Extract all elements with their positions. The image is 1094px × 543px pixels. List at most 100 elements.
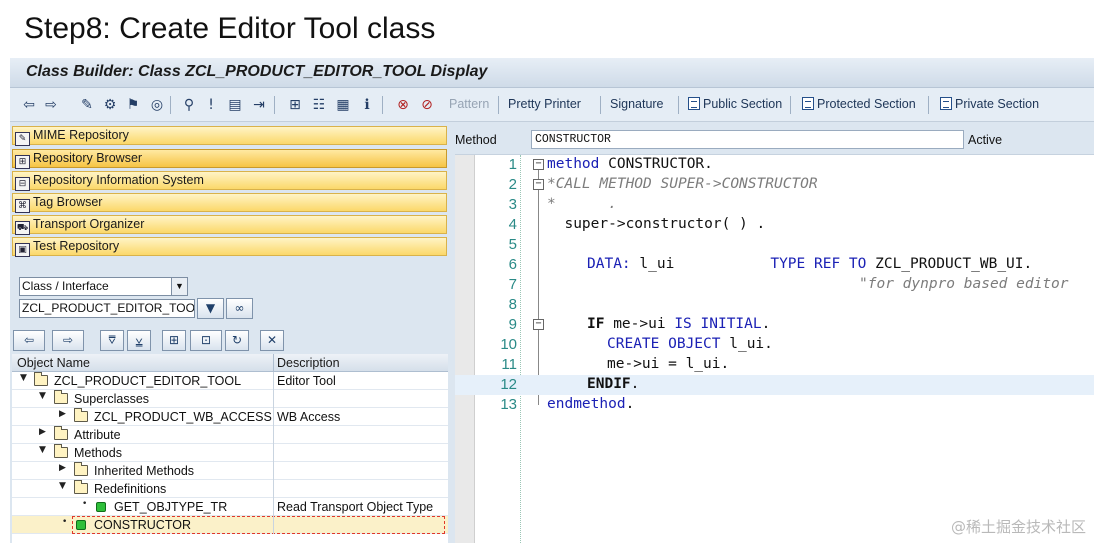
line-number: 13 (500, 396, 517, 413)
check-icon[interactable]: ⚑ (124, 96, 142, 114)
code-fragment: me->ui = l_ui. (607, 356, 730, 372)
forward-arrow-icon[interactable]: ⇨ (42, 96, 60, 114)
code-line: 2 − *CALL METHOD SUPER->CONSTRUCTOR (455, 175, 1094, 195)
comment: *CALL METHOD SUPER->CONSTRUCTOR (547, 176, 818, 192)
edit-toggle-icon[interactable]: ✎ (78, 96, 96, 114)
collapsed-arrow-icon[interactable]: ▶ (39, 427, 46, 437)
back-arrow-icon[interactable]: ⇦ (20, 96, 38, 114)
comment: "for dynpro based editor (859, 276, 1069, 292)
toolbar-separator (678, 96, 679, 114)
code-text: ENDIF. (587, 376, 639, 392)
line-number: 11 (501, 356, 517, 373)
breakpoint-icon[interactable]: ⊗ (394, 96, 412, 114)
code-editor[interactable]: 1 − method CONSTRUCTOR. 2 − *CALL METHOD… (455, 154, 1094, 543)
fold-toggle-icon[interactable]: − (533, 159, 544, 170)
info-marker-icon[interactable]: ! (202, 96, 220, 114)
tree-row-inherited-methods[interactable]: ▶ Inherited Methods (12, 462, 448, 480)
class-library-icon[interactable]: ☷ (310, 96, 328, 114)
code-text: method CONSTRUCTOR. (547, 156, 713, 172)
tree-row-constructor[interactable]: • CONSTRUCTOR (12, 516, 448, 534)
code-fragment: . (625, 396, 635, 412)
line-number: 5 (508, 236, 517, 253)
collapsed-arrow-icon[interactable]: ▶ (59, 463, 66, 473)
previous-object-button[interactable]: ⇦ (13, 330, 45, 351)
display-glasses-button[interactable]: ∞ (226, 298, 253, 319)
object-type-select[interactable]: Class / Interface ▼ (19, 277, 188, 296)
expanded-arrow-icon[interactable]: ▼ (39, 391, 46, 401)
display-object-list-icon[interactable]: ▤ (226, 96, 244, 114)
column-object-name[interactable]: Object Name (17, 356, 90, 370)
method-field[interactable]: CONSTRUCTOR (531, 130, 964, 149)
hierarchy-button[interactable]: ⊞ (162, 330, 186, 351)
bullet-icon: • (82, 499, 88, 509)
toolbar-separator (274, 96, 275, 114)
code-text: endmethod. (547, 396, 634, 412)
expanded-arrow-icon[interactable]: ▼ (59, 481, 66, 491)
protected-section-button[interactable]: Protected Section (802, 97, 916, 111)
keyword: endmethod (547, 396, 626, 412)
tree-row-redefinitions[interactable]: ▼ Redefinitions (12, 480, 448, 498)
document-icon (688, 97, 700, 110)
expanded-arrow-icon[interactable]: ▼ (20, 373, 27, 383)
settings-button[interactable]: ⊡ (190, 330, 222, 351)
method-field-label: Method (455, 133, 497, 147)
code-fragment: l_ui (630, 256, 771, 272)
fold-toggle-icon[interactable]: − (533, 179, 544, 190)
refresh-icon: ↻ (231, 333, 243, 347)
nav-mime-repository[interactable]: ✎ MIME Repository (12, 126, 447, 146)
expanded-arrow-icon[interactable]: ▼ (39, 445, 46, 455)
protected-section-label: Protected Section (817, 97, 916, 111)
code-fragment: l_ui. (720, 336, 773, 352)
tree-row-get-objtype-tr[interactable]: • GET_OBJTYPE_TR Read Transport Object T… (12, 498, 448, 516)
column-divider (273, 390, 274, 408)
nav-repository-browser[interactable]: ⊞ Repository Browser (12, 149, 447, 169)
signature-button[interactable]: Signature (610, 97, 664, 111)
info-icon[interactable]: ℹ (358, 96, 376, 114)
status-label: Active (968, 133, 1003, 147)
pattern-button[interactable]: Pattern (449, 97, 489, 111)
table-icon[interactable]: ▦ (334, 96, 352, 114)
application-toolbar: ⇦ ⇨ ✎ ⚙ ⚑ ◎ ⚲ ! ▤ ⇥ ⊞ ☷ ▦ ℹ ⊗ ⊘ Pattern … (10, 88, 1094, 122)
nav-transport-organizer[interactable]: ⛟ Transport Organizer (12, 215, 447, 235)
tree-row-label: Inherited Methods (94, 464, 195, 478)
tree-row-label: GET_OBJTYPE_TR (114, 500, 228, 514)
private-section-button[interactable]: Private Section (940, 97, 1039, 111)
tree-row-superclass[interactable]: ▶ ZCL_PRODUCT_WB_ACCESS WB Access (12, 408, 448, 426)
nav-tag-browser[interactable]: ⌘ Tag Browser (12, 193, 447, 213)
object-dropdown-button[interactable]: ▼ (197, 298, 224, 319)
tree-row-superclasses[interactable]: ▼ Superclasses (12, 390, 448, 408)
collapse-all-button[interactable]: ⩣ (127, 330, 151, 351)
nav-repository-information-system[interactable]: ⊟ Repository Information System (12, 171, 447, 191)
code-fragment: super->constructor( ) . (547, 216, 766, 232)
nav-test-repository[interactable]: ▣ Test Repository (12, 237, 447, 257)
session-breakpoint-icon[interactable]: ⊘ (418, 96, 436, 114)
next-object-button[interactable]: ⇨ (52, 330, 84, 351)
line-number: 7 (508, 276, 517, 293)
refresh-button[interactable]: ↻ (225, 330, 249, 351)
tree-row-attribute[interactable]: ▶ Attribute (12, 426, 448, 444)
collapse-icon: ⩣ (135, 333, 143, 347)
hierarchy-icon[interactable]: ⊞ (286, 96, 304, 114)
where-used-icon[interactable]: ⚲ (180, 96, 198, 114)
tree-row-class[interactable]: ▼ ZCL_PRODUCT_EDITOR_TOOL Editor Tool (12, 372, 448, 390)
activate-icon[interactable]: ◎ (148, 96, 166, 114)
code-text: DATA: l_ui TYPE REF TO ZCL_PRODUCT_WB_UI… (587, 256, 1032, 272)
column-description[interactable]: Description (277, 356, 340, 370)
other-object-icon[interactable]: ⚙ (101, 96, 119, 114)
tree-row-label: Methods (74, 446, 122, 460)
collapsed-arrow-icon[interactable]: ▶ (59, 409, 66, 419)
tree-row-methods[interactable]: ▼ Methods (12, 444, 448, 462)
public-section-button[interactable]: Public Section (688, 97, 782, 111)
close-tree-button[interactable]: ✕ (260, 330, 284, 351)
pretty-printer-button[interactable]: Pretty Printer (508, 97, 581, 111)
line-number: 2 (508, 176, 517, 193)
fold-toggle-icon[interactable]: − (533, 319, 544, 330)
chevron-down-icon[interactable]: ▼ (171, 278, 187, 295)
expand-all-button[interactable]: ⩢ (100, 330, 124, 351)
keyword: ENDIF (587, 376, 631, 392)
object-name-input[interactable]: ZCL_PRODUCT_EDITOR_TOOL (19, 299, 195, 318)
code-line: 7 "for dynpro based editor (455, 275, 1094, 295)
navigation-icon[interactable]: ⇥ (250, 96, 268, 114)
tree-row-label: Superclasses (74, 392, 150, 406)
line-number: 9 (508, 316, 517, 333)
